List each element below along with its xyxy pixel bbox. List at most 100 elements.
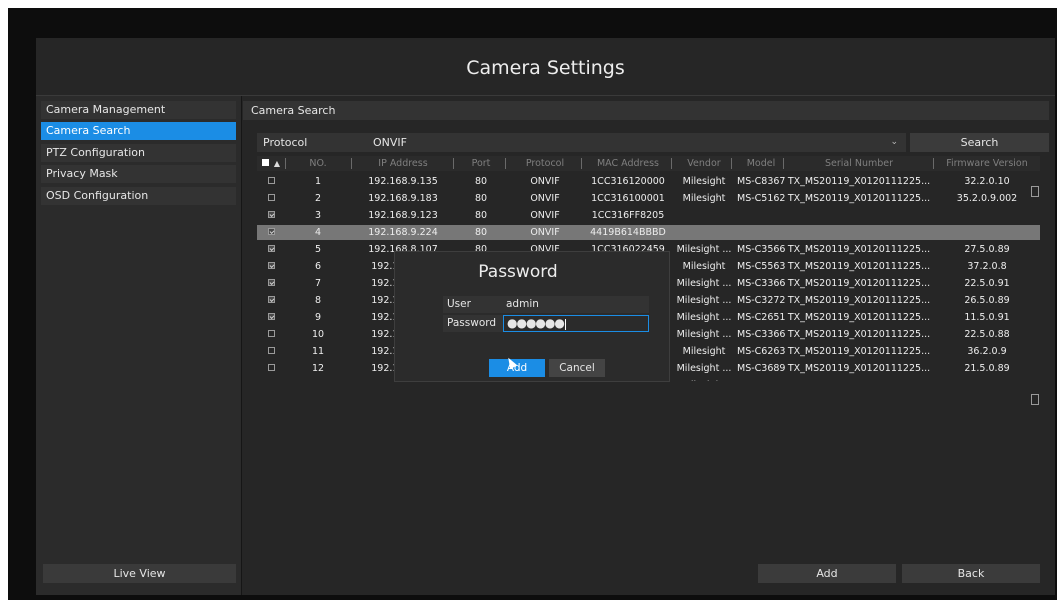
dialog-add-button[interactable]: Add — [489, 359, 545, 377]
row-checkbox[interactable] — [267, 330, 275, 337]
column-header[interactable]: Port — [457, 156, 505, 171]
column-header[interactable]: Protocol — [509, 156, 581, 171]
row-checkbox-cell[interactable] — [257, 259, 285, 274]
section-title: Camera Search — [243, 101, 1049, 120]
cell-firmware: 32.2.0.10 — [964, 176, 1010, 187]
row-checkbox[interactable] — [267, 211, 275, 218]
column-divider — [933, 158, 934, 169]
cell-firmware — [935, 208, 1039, 223]
column-header[interactable]: NO. — [287, 156, 349, 171]
cell-ip: 192.168.9.183 — [368, 193, 438, 204]
cell-ip: 192.168.9.123 — [368, 210, 438, 221]
chevron-down-icon: ⌄ — [890, 137, 898, 147]
cell-no: 6 — [314, 261, 322, 272]
cell-no: 9 — [314, 312, 322, 323]
table-row[interactable]: 2 192.168.9.183 80 ONVIF 1CC316100001 Milesig… — [257, 191, 1040, 206]
row-checkbox-cell[interactable] — [257, 208, 285, 223]
column-divider — [285, 158, 286, 169]
cell-serial: TX_MS20119_X0120111225... — [787, 329, 931, 340]
dialog-cancel-button[interactable]: Cancel — [549, 359, 605, 377]
cell-model: MS-C3366 — [737, 329, 785, 340]
row-checkbox[interactable] — [267, 194, 275, 201]
cell-vendor: Milesight ... — [676, 329, 732, 340]
cell-model: MS-C5162 — [737, 378, 785, 381]
row-checkbox[interactable] — [267, 279, 275, 286]
row-checkbox-cell[interactable] — [257, 242, 285, 257]
select-all-checkbox[interactable] — [261, 159, 269, 166]
row-checkbox-cell[interactable] — [257, 191, 285, 206]
column-divider — [783, 158, 784, 169]
cell-mac: 1CC316100001 — [591, 193, 665, 204]
cell-firmware: 35.2.0.9.002 — [956, 193, 1018, 204]
sort-up-icon[interactable]: ▲ — [274, 159, 280, 168]
table-row[interactable]: 1 192.168.9.135 80 ONVIF 1CC316120000 Milesig… — [257, 174, 1040, 189]
cell-serial — [787, 225, 931, 240]
column-header[interactable]: Vendor — [675, 156, 733, 171]
row-checkbox[interactable] — [267, 347, 275, 354]
search-button[interactable]: Search — [910, 133, 1049, 152]
table-row[interactable]: 4 192.168.9.224 80 ONVIF 4419B614BBBD — [257, 225, 1040, 240]
cell-no: 2 — [314, 193, 322, 204]
row-checkbox[interactable] — [267, 262, 275, 269]
cell-protocol: ONVIF — [530, 210, 560, 221]
cell-firmware: 11.5.0.91 — [964, 312, 1010, 323]
column-divider — [453, 158, 454, 169]
live-view-button[interactable]: Live View — [43, 564, 236, 583]
sidebar-item-ptz-configuration[interactable]: PTZ Configuration — [41, 144, 236, 162]
cell-protocol: ONVIF — [530, 193, 560, 204]
cell-vendor: Milesight — [682, 346, 726, 357]
table-scrollbar[interactable] — [1031, 186, 1039, 406]
table-row[interactable]: 3 192.168.9.123 80 ONVIF 1CC316FF8205 — [257, 208, 1040, 223]
column-header[interactable]: MAC Address — [585, 156, 671, 171]
cell-vendor: Milesight ... — [676, 295, 732, 306]
table-header: ▲ NO. IP Address Port Protocol MAC Address Ven… — [257, 156, 1040, 171]
sidebar-item-osd-configuration[interactable]: OSD Configuration — [41, 187, 236, 205]
sidebar-item-camera-management[interactable]: Camera Management — [41, 101, 236, 119]
row-checkbox-cell[interactable] — [257, 276, 285, 291]
cell-model: MS-C3566 — [737, 244, 785, 255]
cell-model: MS-C5162 — [737, 193, 785, 204]
row-checkbox[interactable] — [267, 177, 275, 184]
column-header[interactable]: IP Address — [353, 156, 453, 171]
row-checkbox[interactable] — [267, 296, 275, 303]
cell-no: 10 — [311, 329, 325, 340]
cell-firmware — [935, 225, 1039, 240]
select-all-cell[interactable]: ▲ — [257, 156, 285, 171]
cell-firmware: 37.2.0.8 — [967, 261, 1007, 272]
row-checkbox-cell[interactable] — [257, 310, 285, 325]
row-checkbox[interactable] — [267, 228, 275, 235]
row-checkbox-cell[interactable] — [257, 327, 285, 342]
password-field[interactable]: ●●●●●● — [503, 315, 649, 332]
scrollbar-bottom-handle[interactable] — [1031, 394, 1039, 405]
page-title: Camera Settings — [36, 38, 1055, 96]
cell-serial: TX_MS20119_X0120111225... — [787, 261, 931, 272]
row-checkbox-cell[interactable] — [257, 225, 285, 240]
column-divider — [581, 158, 582, 169]
cell-mac: 1CC316120000 — [591, 176, 665, 187]
cell-port: 80 — [474, 227, 488, 238]
column-header[interactable]: Serial Number — [787, 156, 931, 171]
column-divider — [505, 158, 506, 169]
sidebar-item-privacy-mask[interactable]: Privacy Mask — [41, 165, 236, 183]
protocol-select[interactable]: ONVIF ⌄ — [367, 133, 906, 152]
back-button[interactable]: Back — [902, 564, 1040, 583]
row-checkbox[interactable] — [267, 245, 275, 252]
sidebar-item-camera-search[interactable]: Camera Search — [41, 122, 236, 140]
scrollbar-top-handle[interactable] — [1031, 186, 1039, 197]
row-checkbox[interactable] — [267, 364, 275, 371]
cell-serial: TX_MS20119_X0120111225... — [787, 363, 931, 374]
column-header[interactable]: Model — [737, 156, 785, 171]
row-checkbox-cell[interactable] — [257, 293, 285, 308]
cell-ip: 192.168.9.135 — [368, 176, 438, 187]
column-header[interactable]: Firmware Version — [935, 156, 1039, 171]
row-checkbox[interactable] — [267, 313, 275, 320]
cell-firmware: 36.2.0.9 — [967, 346, 1007, 357]
cell-vendor: Milesight ... — [676, 312, 732, 323]
row-checkbox-cell[interactable] — [257, 361, 285, 376]
add-button[interactable]: Add — [758, 564, 896, 583]
username-field[interactable]: admin — [503, 296, 649, 313]
cell-mac: 1CC316FF8205 — [591, 210, 665, 221]
row-checkbox-cell[interactable] — [257, 344, 285, 359]
row-checkbox-cell[interactable] — [257, 378, 285, 381]
row-checkbox-cell[interactable] — [257, 174, 285, 189]
